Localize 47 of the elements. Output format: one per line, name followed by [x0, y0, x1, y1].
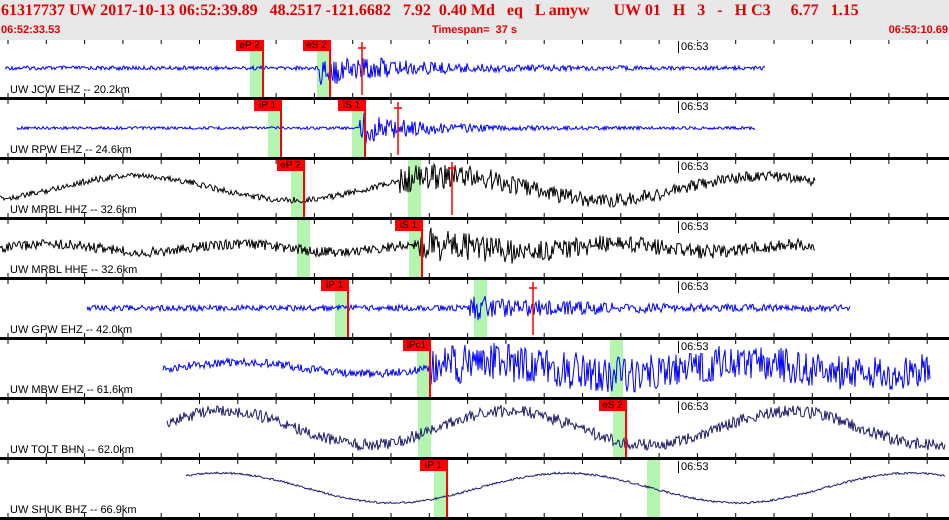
minute-label: 06:53: [678, 221, 709, 233]
station-label: UW SHUK BHZ -- 66.9km: [10, 504, 137, 517]
station-label: UW MBW EHZ -- 61.6km: [10, 384, 133, 397]
station-label: UW TOLT BHN -- 62.0km: [10, 444, 134, 457]
pick-line: [421, 220, 423, 277]
minute-label: 06:53: [678, 401, 709, 413]
pick-flag[interactable]: iP 1: [254, 100, 281, 111]
minute-label: 06:53: [678, 461, 709, 473]
amplitude-marker: [394, 102, 402, 155]
station-label: UW JCW EHZ -- 20.2km: [10, 84, 130, 97]
minute-label: 06:53: [678, 341, 709, 353]
pick-flag[interactable]: eP 2: [236, 40, 263, 51]
pick-line: [280, 100, 282, 157]
pick-line: [429, 340, 431, 397]
amplitude-marker: [529, 282, 537, 335]
pick-line: [347, 280, 349, 337]
pick-line: [625, 400, 627, 457]
amplitude-marker: [448, 162, 456, 215]
pick-flag[interactable]: iS 1: [338, 100, 365, 111]
start-time: 06:52:33.53: [1, 23, 60, 38]
pick-line: [303, 160, 305, 217]
pick-line: [446, 460, 448, 517]
minute-label: 06:53: [678, 101, 709, 113]
timespan: Timespan= 37 s: [432, 23, 518, 38]
station-label: UW MRBL HHE -- 32.6km: [10, 264, 138, 277]
station-label: UW GPW EHZ -- 42.0km: [10, 324, 132, 337]
minute-label: 06:53: [678, 281, 709, 293]
pick-flag[interactable]: iP 1: [420, 460, 447, 471]
event-summary: 61317737 UW 2017-10-13 06:52:39.89 48.2517 -121.6682 7.92 0.40 Md eq L amyw UW 01 H 3 - H C3 6.77 1.15: [0, 1, 860, 21]
pick-line: [329, 40, 331, 97]
pick-window: [647, 460, 660, 517]
pick-line: [262, 40, 264, 97]
pick-flag[interactable]: eS 2: [303, 40, 330, 51]
pick-flag[interactable]: eP 2: [277, 160, 304, 171]
station-label: UW MRBL HHZ -- 32.6km: [10, 204, 137, 217]
end-time: 06:53:10.69: [888, 23, 948, 38]
pick-line: [364, 100, 366, 157]
pick-flag[interactable]: iPc1: [403, 340, 430, 351]
pick-flag[interactable]: iP 1: [321, 280, 348, 291]
pick-window: [418, 400, 431, 457]
pick-flag[interactable]: iS 1: [395, 220, 422, 231]
minute-label: 06:53: [678, 161, 709, 173]
minute-label: 06:53: [678, 41, 709, 53]
station-label: UW RPW EHZ -- 24.6km: [10, 144, 132, 157]
pick-window: [297, 220, 310, 277]
amplitude-marker: [358, 42, 366, 95]
pick-flag[interactable]: eS 2: [599, 400, 626, 411]
